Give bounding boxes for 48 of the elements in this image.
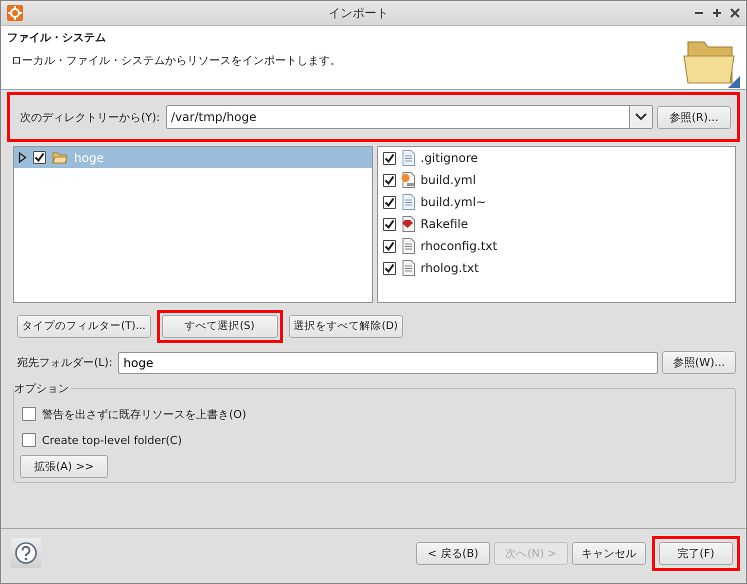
advanced-button[interactable]: 拡張(A) >> [20, 455, 108, 478]
field-label: 次のディレクトリーから(Y): [19, 110, 162, 124]
checkbox[interactable] [33, 151, 46, 164]
file-name: rhoconfig.txt [420, 239, 498, 253]
file-name: rholog.txt [420, 261, 479, 275]
checkbox-label: Create top-level folder(C) [42, 434, 182, 446]
browse-button[interactable]: 参照(W)... [662, 351, 736, 374]
selection-button[interactable]: すべて選択(S) [162, 314, 278, 338]
dialog-button[interactable]: キャンセル [572, 542, 646, 564]
checkbox[interactable] [382, 262, 396, 274]
document-icon [400, 194, 416, 210]
gear-icon [7, 5, 23, 21]
dialog-button[interactable]: < 戻る(B) [416, 542, 490, 564]
document-icon [400, 238, 416, 254]
checkbox[interactable] [382, 196, 396, 208]
dialog-button[interactable]: 完了(F) [659, 542, 733, 564]
directory-combo[interactable]: /var/tmp/hoge [166, 105, 653, 129]
selection-button[interactable]: タイプのフィルター(T)... [17, 314, 151, 338]
maximize-icon [712, 8, 722, 18]
checkbox[interactable] [382, 218, 396, 230]
folder-icon [52, 151, 68, 164]
file-name: .gitignore [420, 151, 478, 165]
checkbox[interactable] [382, 174, 396, 186]
file-name: build.yml [420, 173, 476, 187]
help-button[interactable] [11, 538, 41, 568]
file-name: build.yml~ [420, 195, 486, 209]
checkbox-label: 警告を出さずに既存リソースを上書き(O) [42, 406, 246, 422]
chevron-down-icon [635, 113, 647, 121]
selection-button[interactable]: 選択をすべて解除(D) [288, 314, 403, 338]
destination-field[interactable]: hoge [118, 352, 658, 374]
ruby-file-icon [400, 216, 416, 232]
checkbox[interactable] [22, 407, 36, 421]
checkbox[interactable] [382, 240, 396, 252]
help-icon [15, 542, 37, 564]
document-icon [400, 150, 416, 166]
field-label: 宛先フォルダー(L): [16, 355, 114, 370]
collapsed-arrow-icon [18, 152, 27, 163]
checkbox[interactable] [22, 433, 36, 447]
yaml-file-icon [400, 172, 416, 188]
page-title: ファイル・システム [7, 30, 107, 45]
file-name: Rakefile [420, 217, 468, 231]
checkbox[interactable] [382, 152, 396, 164]
browse-button[interactable]: 参照(R)... [657, 106, 731, 128]
page-description: ローカル・ファイル・システムからリソースをインポートします。 [10, 53, 341, 68]
document-icon [400, 260, 416, 276]
close-icon [730, 8, 740, 18]
window-title: インポート [328, 4, 390, 22]
group-label: オプション [14, 381, 71, 396]
